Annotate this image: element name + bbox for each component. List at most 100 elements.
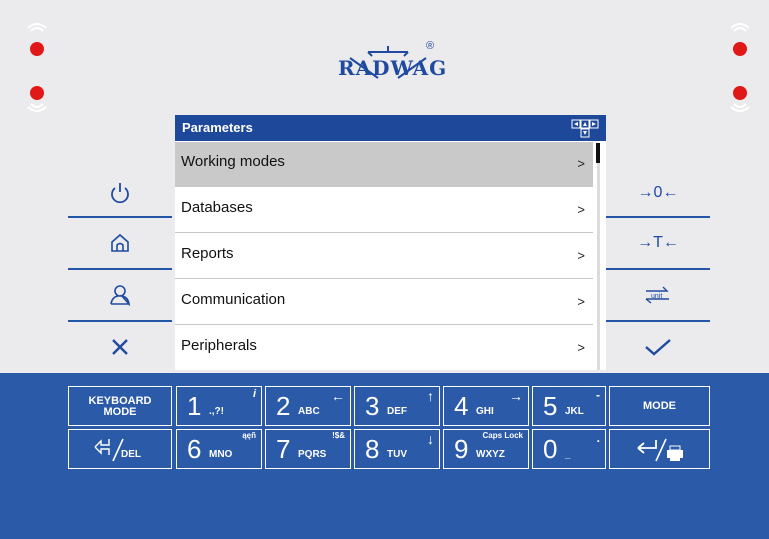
parameters-menu: Parameters Working modes > Databases > R… [175,115,606,370]
power-icon [111,183,129,204]
key-letters: _ [565,449,571,460]
key-7[interactable]: 7 PQRS !$& [265,429,351,469]
zero-label: →0← [637,184,679,201]
chevron-right-icon: > [577,340,585,355]
key-number: 3 [365,391,380,421]
key-letters: DEF [387,406,407,417]
key-9[interactable]: 9 WXYZ Caps Lock [443,429,529,469]
menu-item-peripherals[interactable]: Peripherals > [175,326,593,370]
signal-waves-icon [730,103,750,112]
arrow-right-icon: → [509,388,523,404]
key-5[interactable]: 5 JKL - [532,386,606,426]
scrollbar-track[interactable] [597,163,600,370]
key-6[interactable]: 6 MNO ąęñ [176,429,262,469]
menu-item-reports[interactable]: Reports > [175,234,593,279]
key-number: 5 [543,391,558,421]
user-icon [110,285,131,306]
keyboard-mode-key[interactable]: KEYBOARD MODE [68,386,172,426]
key-letters: TUV [387,449,407,460]
close-icon [112,339,128,355]
checkmark-icon [645,339,671,356]
key-letters: PQRS [298,449,327,460]
caps-lock-label: Caps Lock [482,431,523,440]
menu-item-label: Communication [181,291,286,308]
keypad-area: KEYBOARD MODE 1 .,?! i 2 ABC ← 3 DEF ↑ 4… [0,373,769,539]
home-button[interactable] [68,220,172,266]
cancel-button[interactable] [68,324,172,370]
divider [68,320,172,322]
key-1[interactable]: 1 .,?! i [176,386,262,426]
chevron-right-icon: > [577,294,585,309]
key-alt-chars: ąęñ [242,431,256,440]
key-8[interactable]: 8 TUV ↓ [354,429,440,469]
power-button[interactable] [68,170,172,216]
menu-item-label: Peripherals [181,337,257,354]
key-letters: MNO [209,449,233,460]
divider [606,216,710,218]
info-icon: i [252,388,256,400]
signal-waves-icon [27,103,47,112]
key-number: 7 [276,434,291,464]
enter-print-icon [637,438,683,462]
menu-item-label: Databases [181,199,253,216]
key-3[interactable]: 3 DEF ↑ [354,386,440,426]
key-number: 8 [365,434,380,464]
mode-key[interactable]: MODE [609,386,710,426]
status-led [733,42,747,56]
key-number: 4 [454,391,469,421]
key-label: MODE [643,400,676,412]
confirm-button[interactable] [606,324,710,370]
registered-mark: ® [426,40,435,52]
chevron-right-icon: > [577,156,585,171]
tare-button[interactable]: →T← [606,220,710,266]
menu-item-label: Working modes [181,153,285,170]
menu-header: Parameters [175,115,606,141]
key-letters: .,?! [209,406,224,417]
unit-change-icon: unit [645,286,669,304]
key-4[interactable]: 4 GHI → [443,386,529,426]
arrow-down-icon: ↓ [427,431,434,447]
key-letters: ABC [298,406,320,417]
key-letters: GHI [476,406,494,417]
key-letters: DEL [121,449,141,460]
menu-item-label: Reports [181,245,234,262]
menu-item-working-modes[interactable]: Working modes > [175,142,593,187]
user-button[interactable] [68,272,172,318]
home-icon [111,233,129,252]
radwag-logo: RADWAG ® [338,40,448,90]
key-alt-chars: !$& [332,431,345,440]
menu-item-communication[interactable]: Communication > [175,280,593,325]
arrow-left-icon: ← [331,388,345,404]
unit-change-button[interactable]: unit [606,272,710,318]
logo-text: RADWAG [338,56,448,80]
divider [606,320,710,322]
key-number: 6 [187,434,202,464]
arrow-up-icon: ↑ [427,388,434,404]
menu-title: Parameters [182,120,253,135]
key-number: 9 [454,434,469,464]
svg-text:unit: unit [651,293,662,300]
dot-icon: . [596,431,600,445]
chevron-right-icon: > [577,202,585,217]
zero-button[interactable]: →0← [606,170,710,216]
status-led [30,42,44,56]
minus-icon: - [596,388,600,402]
divider [606,268,710,270]
key-number: 1 [187,391,202,421]
key-number: 0 [543,434,558,464]
key-0[interactable]: 0 _ . [532,429,606,469]
menu-item-databases[interactable]: Databases > [175,188,593,233]
scrollbar-thumb[interactable] [596,143,600,163]
tare-label: →T← [637,234,679,251]
key-2[interactable]: 2 ABC ← [265,386,351,426]
navigation-arrows-icon[interactable] [569,117,601,139]
enter-print-key[interactable] [609,429,710,469]
key-letters: JKL [565,406,584,417]
chevron-right-icon: > [577,248,585,263]
key-letters: WXYZ [476,449,505,460]
key-label: MODE [103,406,137,418]
delete-key[interactable]: DEL [68,429,172,469]
key-number: 2 [276,391,291,421]
divider [68,268,172,270]
divider [68,216,172,218]
